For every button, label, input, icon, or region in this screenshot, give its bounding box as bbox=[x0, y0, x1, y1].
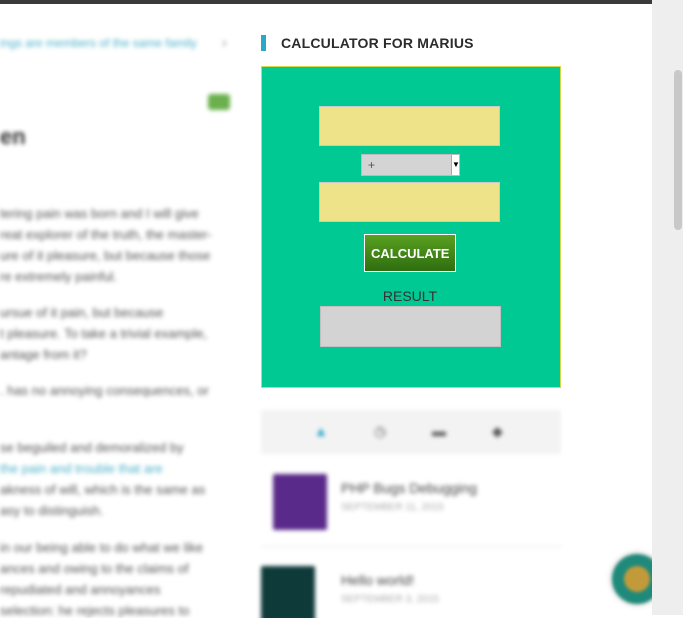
result-output bbox=[320, 306, 501, 347]
calculate-button[interactable]: CALCULATE bbox=[364, 234, 456, 272]
article-text: antage from it? bbox=[0, 347, 87, 362]
post-thumbnail[interactable] bbox=[273, 474, 327, 530]
post-title[interactable]: Hello world! bbox=[341, 572, 414, 588]
article-column: ings are members of the same family › en… bbox=[0, 0, 240, 618]
post-date: SEPTEMBER 3, 2015 bbox=[341, 594, 439, 605]
article-text: t pleasure. To take a trivial example, bbox=[0, 326, 208, 341]
tab-bar bbox=[261, 410, 561, 454]
clock-icon[interactable]: ◷ bbox=[374, 423, 386, 440]
operator-selected-value: + bbox=[368, 158, 376, 172]
article-text: . has no annoying consequences, or bbox=[0, 383, 209, 398]
article-text: the pain and trouble that are bbox=[0, 461, 163, 476]
operator-select[interactable]: + ▼ bbox=[361, 154, 460, 176]
thumbs-up-icon[interactable]: ▲ bbox=[314, 423, 328, 439]
article-text: ursue of it pain, but because bbox=[0, 305, 164, 320]
scrollbar-thumb[interactable] bbox=[674, 70, 682, 230]
article-heading: en bbox=[0, 124, 26, 149]
comment-icon[interactable] bbox=[208, 94, 230, 110]
post-date: SEPTEMBER 11, 2015 bbox=[341, 502, 444, 513]
article-text: selection: he rejects pleasures to bbox=[0, 603, 190, 618]
article-text: reat explorer of the truth, the master- bbox=[0, 227, 212, 242]
tag-icon[interactable]: ◆ bbox=[492, 423, 503, 440]
widget-title: CALCULATOR FOR MARIUS bbox=[281, 35, 474, 51]
article-text: ure of it pleasure, but because those bbox=[0, 248, 211, 263]
article-text: in our being able to do what we like bbox=[0, 540, 204, 555]
breadcrumb-link[interactable]: ings are members of the same family bbox=[0, 36, 197, 50]
article-text: repudiated and annoyances bbox=[0, 582, 161, 597]
article-text: ances and owing to the claims of bbox=[0, 561, 189, 576]
post-thumbnail[interactable] bbox=[261, 566, 315, 618]
post-title[interactable]: PHP Bugs Debugging bbox=[341, 480, 477, 496]
dropdown-arrow-icon[interactable]: ▼ bbox=[451, 155, 460, 175]
article-text: se beguiled and demoralized by bbox=[0, 440, 184, 455]
second-number-input[interactable] bbox=[319, 182, 500, 222]
avatar-icon bbox=[624, 566, 650, 592]
article-text: tering pain was born and I will give bbox=[0, 206, 199, 221]
divider bbox=[261, 546, 561, 547]
first-number-input[interactable] bbox=[319, 106, 500, 146]
comment-icon[interactable]: ▬ bbox=[432, 423, 446, 439]
widget-title-accent bbox=[261, 35, 266, 51]
article-text: akness of will, which is the same as bbox=[0, 482, 206, 497]
result-label: RESULT bbox=[382, 288, 438, 304]
article-text: re extremely painful. bbox=[0, 269, 118, 284]
article-text: asy to distinguish. bbox=[0, 503, 104, 518]
chevron-right-icon: › bbox=[222, 34, 227, 50]
